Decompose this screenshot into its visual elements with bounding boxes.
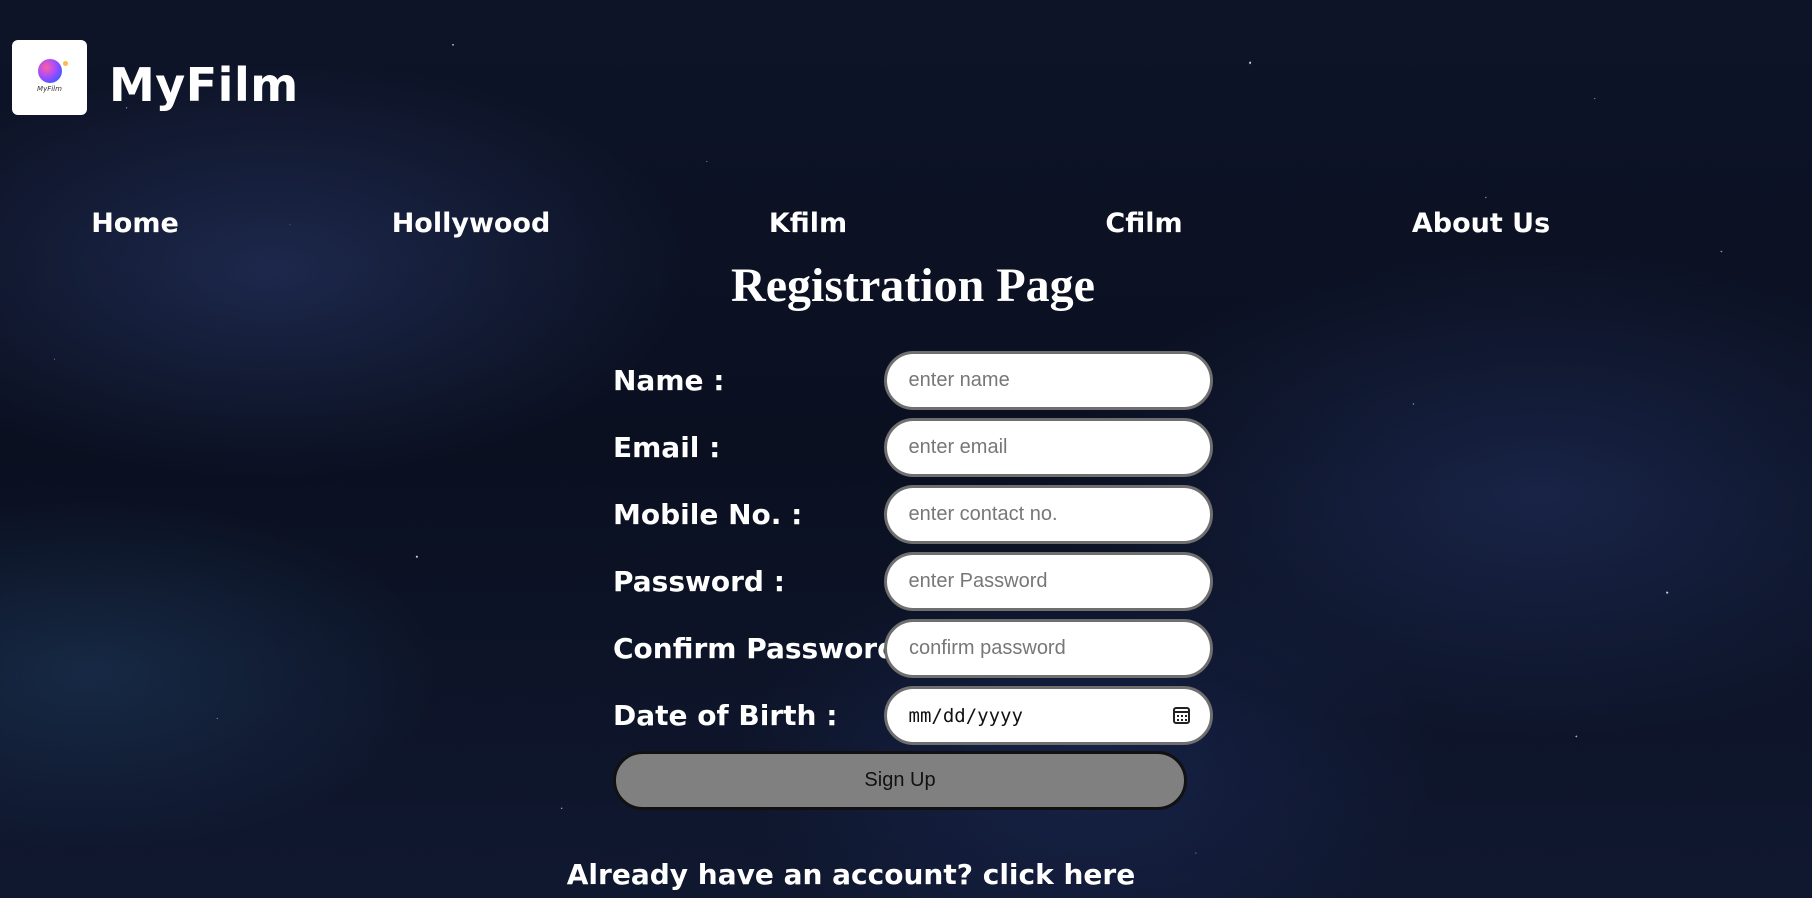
name-row: Name : [613, 351, 1213, 410]
brand-name: MyFilm [109, 57, 299, 112]
main-nav: Home Hollywood Kfilm Cfilm About Us [0, 208, 1812, 244]
email-row: Email : [613, 418, 1213, 477]
password-row: Password : [613, 552, 1213, 611]
mobile-label: Mobile No. : [613, 498, 803, 531]
name-input[interactable] [883, 351, 1213, 410]
logo-text: MyFilm [37, 84, 62, 93]
mobile-input[interactable] [883, 485, 1213, 544]
sign-up-button[interactable]: Sign Up [613, 751, 1187, 810]
email-label: Email : [613, 431, 721, 464]
nav-hollywood[interactable]: Hollywood [392, 208, 551, 239]
confirm-password-label: Confirm Password : [613, 632, 919, 665]
registration-form: Name : Email : Mobile No. : Password : C… [613, 351, 1213, 810]
dob-value: mm/dd/yyyy [908, 704, 1023, 727]
mobile-row: Mobile No. : [613, 485, 1213, 544]
site-header: MyFilm MyFilm [12, 40, 299, 115]
page-title: Registration Page [731, 259, 1095, 312]
name-label: Name : [613, 364, 725, 397]
logo[interactable]: MyFilm [12, 40, 87, 115]
film-logo-icon [37, 58, 68, 83]
password-input[interactable] [883, 552, 1213, 611]
login-link-text: Already have an account? click here [566, 858, 1136, 891]
confirm-password-row: Confirm Password : [613, 619, 1213, 678]
confirm-password-input[interactable] [884, 619, 1213, 678]
dob-label: Date of Birth : [613, 699, 838, 732]
password-label: Password : [613, 565, 785, 598]
nav-cfilm[interactable]: Cfilm [1105, 208, 1182, 239]
login-link[interactable]: Already have an account? click here [0, 858, 1812, 891]
dob-row: Date of Birth : mm/dd/yyyy [613, 686, 1213, 745]
calendar-icon[interactable] [1173, 707, 1190, 724]
nav-home[interactable]: Home [91, 208, 179, 239]
dob-input[interactable]: mm/dd/yyyy [883, 686, 1213, 745]
email-input[interactable] [883, 418, 1213, 477]
nav-kfilm[interactable]: Kfilm [769, 208, 847, 239]
nav-about-us[interactable]: About Us [1412, 208, 1550, 239]
